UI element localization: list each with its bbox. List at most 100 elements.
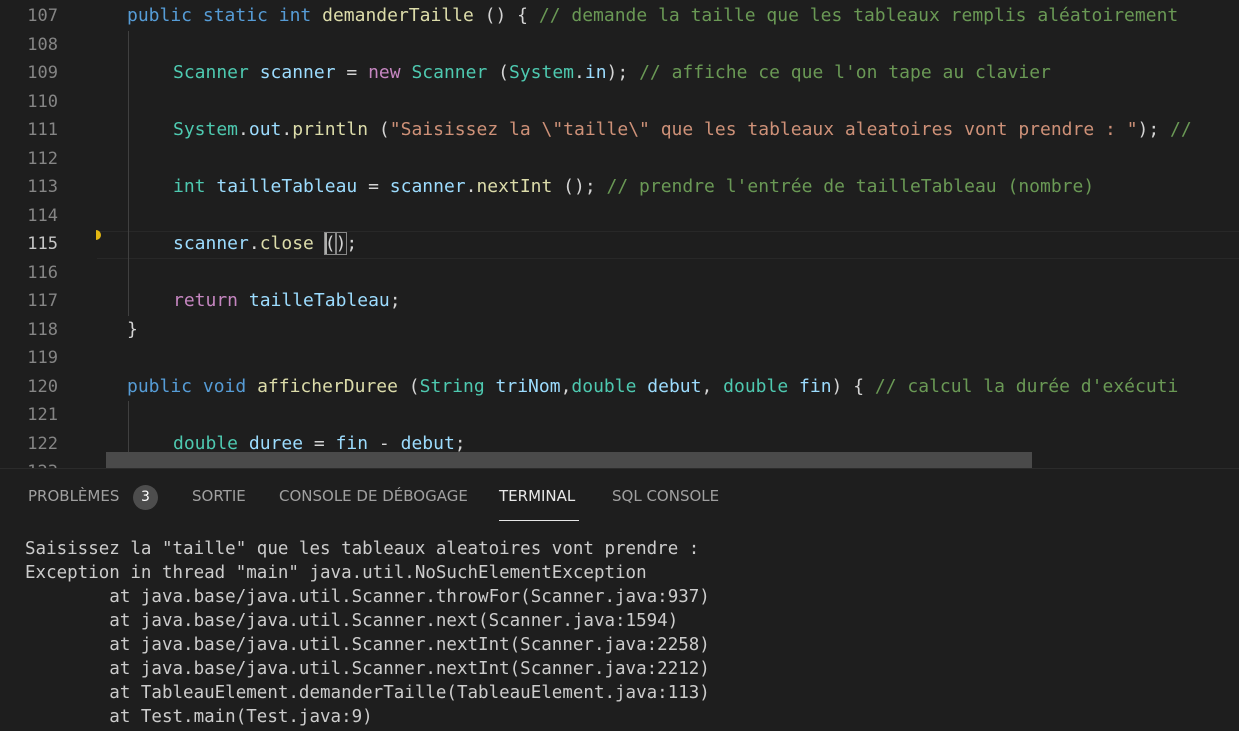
code-token: return: [173, 290, 239, 311]
code-token: int: [278, 5, 312, 26]
code-text: return tailleTableau;: [173, 287, 401, 316]
code-token: ) {: [831, 375, 875, 397]
tab-output[interactable]: SORTIE: [192, 487, 246, 505]
code-text: }: [127, 316, 138, 345]
code-token: // calcul la durée d'exécuti: [874, 375, 1179, 397]
indent-guide: [128, 287, 129, 316]
line-number: 109: [27, 63, 58, 83]
tab-problems[interactable]: PROBLÈMES: [28, 487, 119, 505]
code-token: ;: [389, 290, 401, 311]
code-token: ;: [346, 233, 358, 254]
code-token: .: [248, 233, 260, 254]
code-line[interactable]: 116: [0, 258, 1239, 287]
code-line[interactable]: 119: [0, 344, 1239, 373]
code-line[interactable]: 120 public void afficherDuree (String tri…: [0, 373, 1239, 402]
code-token: static: [202, 5, 268, 26]
code-token: demanderTaille: [322, 5, 474, 26]
code-token: .: [465, 176, 477, 197]
code-editor[interactable]: 107 public static int demanderTaille () {…: [0, 0, 1239, 468]
indent-guide: [128, 401, 129, 430]
code-line[interactable]: 115 scanner.close ();: [0, 230, 1239, 259]
terminal-line: at java.base/java.util.Scanner.next(Scan…: [25, 611, 679, 631]
code-line[interactable]: 117 return tailleTableau;: [0, 287, 1239, 316]
code-text: scanner.close ();: [173, 230, 357, 259]
code-token: new: [368, 62, 401, 83]
code-token: () {: [473, 5, 539, 26]
code-token: ): [334, 232, 348, 255]
indent-guide: [128, 258, 129, 287]
terminal-line: at java.base/java.util.Scanner.nextInt(S…: [25, 659, 710, 679]
code-token: .: [281, 119, 293, 140]
code-token: );: [1137, 119, 1171, 140]
code-token: (: [368, 119, 390, 140]
code-token: =: [357, 176, 390, 197]
line-number: 114: [27, 205, 58, 226]
panel-tabs: PROBLÈMES 3 SORTIE CONSOLE DE DÉBOGAGE T…: [0, 469, 1239, 524]
code-token: double: [173, 432, 239, 454]
code-line[interactable]: 121: [0, 401, 1239, 430]
code-token: (: [323, 232, 337, 255]
line-number: 108: [27, 34, 58, 55]
terminal-line: at java.base/java.util.Scanner.throwFor(…: [25, 587, 710, 607]
tab-debug-console[interactable]: CONSOLE DE DÉBOGAGE: [279, 487, 468, 505]
code-token: scanner: [173, 233, 249, 254]
code-token: afficherDuree: [257, 375, 398, 397]
code-line[interactable]: 110: [0, 87, 1239, 116]
code-token: (: [487, 62, 509, 83]
code-line[interactable]: 107 public static int demanderTaille () {…: [0, 2, 1239, 31]
indent-guide: [128, 116, 129, 145]
code-token: public: [127, 5, 193, 26]
indent-guide: [128, 201, 129, 230]
code-token: System: [508, 62, 575, 83]
code-token: "Saisissez la \"taille\" que les tableau…: [389, 119, 1138, 140]
code-token: fin: [799, 375, 832, 397]
code-token: duree: [248, 432, 304, 454]
code-line[interactable]: 111 System.out.println ("Saisissez la \"t…: [0, 116, 1239, 145]
line-number: 113: [27, 177, 58, 197]
code-token: .: [574, 62, 585, 83]
bottom-panel: PROBLÈMES 3 SORTIE CONSOLE DE DÉBOGAGE T…: [0, 468, 1239, 731]
code-token: scanner: [259, 62, 336, 83]
code-line[interactable]: 108: [0, 30, 1239, 59]
code-text: System.out.println ("Saisissez la \"tail…: [173, 116, 1192, 145]
code-token: // prendre l'entrée de tailleTableau (no…: [606, 176, 1095, 197]
code-token: ;: [454, 432, 466, 454]
code-token: scanner: [389, 176, 466, 197]
code-token: .: [238, 119, 249, 140]
code-token: fin: [335, 432, 369, 454]
code-token: String: [419, 375, 485, 397]
code-token: out: [248, 119, 282, 140]
code-token: =: [335, 62, 369, 83]
code-line[interactable]: 112: [0, 144, 1239, 173]
line-number: 119: [27, 348, 58, 368]
code-token: ();: [552, 176, 607, 197]
code-line[interactable]: 118}: [0, 316, 1239, 345]
tab-sql-console[interactable]: SQL CONSOLE: [612, 487, 719, 505]
code-text: Scanner scanner = new Scanner (System.in…: [173, 59, 1051, 88]
code-line[interactable]: 113 int tailleTableau = scanner.nextInt (…: [0, 173, 1239, 202]
code-token: in: [584, 62, 607, 83]
code-token: Scanner: [173, 62, 249, 83]
code-line[interactable]: 114: [0, 201, 1239, 230]
indent-guide: [128, 173, 129, 202]
indent-guide: [128, 59, 129, 88]
code-token: }: [127, 318, 138, 340]
code-line[interactable]: 109 Scanner scanner = new Scanner (System…: [0, 59, 1239, 88]
line-number: 110: [27, 91, 58, 112]
tab-terminal[interactable]: TERMINAL: [499, 487, 575, 505]
horizontal-scrollbar[interactable]: [106, 452, 1032, 468]
code-token: double: [571, 375, 637, 397]
code-token: debut: [647, 375, 702, 397]
code-token: void: [202, 375, 247, 397]
terminal-line: at TableauElement.demanderTaille(Tableau…: [25, 683, 710, 703]
terminal-line: at java.base/java.util.Scanner.nextInt(S…: [25, 635, 710, 655]
